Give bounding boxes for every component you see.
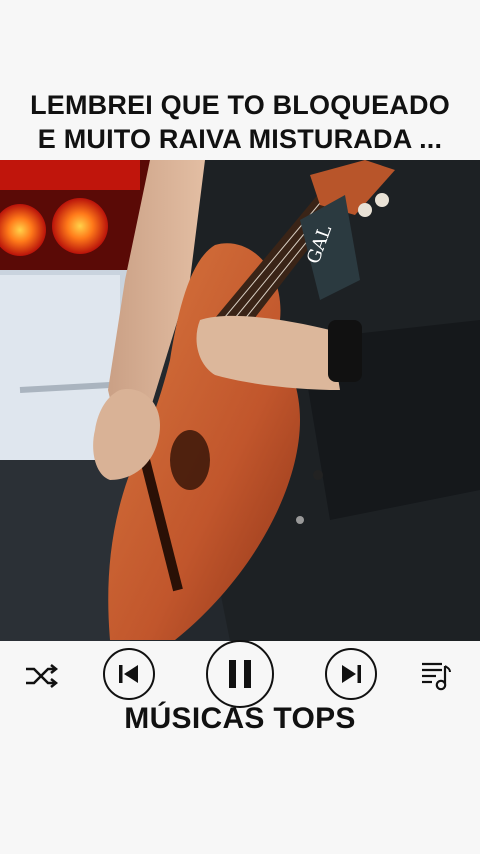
caption-line-2: E MUITO RAIVA MISTURADA ... bbox=[37, 124, 443, 154]
video-post: LEMBREI QUE TO BLOQUEADO E MUITO RAIVA M… bbox=[0, 0, 480, 854]
player-title: MÚSICAS TOPS bbox=[124, 702, 356, 735]
playlist-button[interactable] bbox=[416, 658, 456, 694]
playlist-icon bbox=[422, 662, 451, 691]
caption: LEMBREI QUE TO BLOQUEADO E MUITO RAIVA M… bbox=[0, 88, 480, 156]
shuffle-button[interactable] bbox=[22, 660, 62, 692]
pause-icon bbox=[229, 660, 251, 688]
shuffle-icon bbox=[26, 664, 59, 688]
next-button[interactable] bbox=[325, 648, 377, 700]
player-controls bbox=[0, 640, 480, 708]
video-frame[interactable]: GAL bbox=[0, 160, 480, 641]
guitarist-image: GAL bbox=[0, 160, 480, 641]
pause-button[interactable] bbox=[206, 640, 274, 708]
previous-button[interactable] bbox=[103, 648, 155, 700]
skip-next-icon bbox=[342, 665, 361, 683]
skip-previous-icon bbox=[119, 665, 138, 683]
caption-line-1: LEMBREI QUE TO BLOQUEADO bbox=[30, 90, 450, 120]
